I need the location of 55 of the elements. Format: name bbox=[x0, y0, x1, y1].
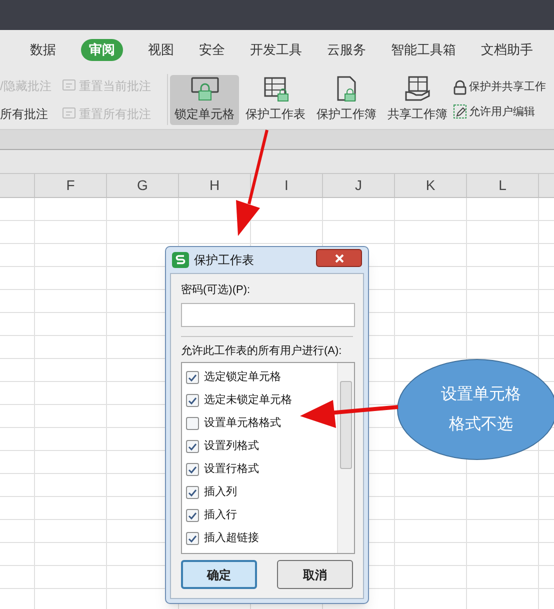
permission-label: 选定锁定单元格 bbox=[204, 370, 281, 386]
ribbon-button[interactable]: 允许用户编辑 bbox=[453, 104, 546, 120]
column-header: I bbox=[284, 176, 288, 195]
column-header: L bbox=[498, 176, 506, 195]
column-header: J bbox=[355, 176, 362, 195]
dialog-title: 保护工作表 bbox=[194, 252, 254, 269]
ribbon-button[interactable]: 共享工作簿 bbox=[383, 74, 452, 124]
comment-reset-icon bbox=[62, 107, 76, 120]
checkbox[interactable] bbox=[186, 440, 199, 453]
dialog-button[interactable]: 确定 bbox=[181, 560, 257, 589]
permission-label: 设置列格式 bbox=[204, 439, 259, 454]
ribbon-button[interactable]: 保护工作簿 bbox=[312, 74, 381, 124]
menu-tab[interactable]: 安全 bbox=[199, 40, 225, 60]
permission-label: 选定未锁定单元格 bbox=[204, 392, 292, 408]
dialog-button[interactable]: 取消 bbox=[277, 560, 353, 589]
column-header: G bbox=[137, 176, 148, 195]
locked-cell-icon bbox=[190, 76, 220, 102]
edit-range-icon bbox=[453, 104, 467, 120]
permission-label: 设置行格式 bbox=[204, 462, 259, 478]
menu-tab[interactable]: 开发工具 bbox=[250, 40, 302, 60]
permission-label: 插入列 bbox=[204, 485, 237, 500]
checkbox[interactable] bbox=[186, 417, 199, 430]
comment-reset-icon bbox=[62, 79, 76, 92]
checkbox[interactable] bbox=[186, 463, 199, 476]
close-button[interactable] bbox=[316, 249, 362, 267]
ribbon-button[interactable]: 保护并共享工作 bbox=[453, 79, 546, 96]
checkbox[interactable] bbox=[186, 371, 199, 384]
app-logo-icon bbox=[172, 252, 189, 268]
callout-text: 格式不选 bbox=[449, 414, 513, 434]
permissions-label: 允许此工作表的所有用户进行(A): bbox=[181, 344, 343, 358]
comment-button[interactable]: 所有批注 bbox=[0, 104, 62, 122]
checkbox[interactable] bbox=[186, 509, 199, 522]
menu-tab[interactable]: 文档助手 bbox=[481, 40, 533, 60]
column-header: H bbox=[209, 176, 220, 195]
column-header: K bbox=[426, 176, 436, 195]
password-field[interactable] bbox=[181, 302, 355, 326]
menu-tab[interactable]: 云服务 bbox=[327, 40, 366, 60]
ribbon-button[interactable]: 保护工作表 bbox=[241, 74, 310, 124]
permission-label: 设置单元格格式 bbox=[204, 416, 281, 432]
menu-tab[interactable]: 视图 bbox=[148, 40, 174, 60]
permission-label: 插入超链接 bbox=[204, 530, 259, 546]
permission-label: 插入行 bbox=[204, 508, 237, 524]
checkbox[interactable] bbox=[186, 532, 199, 545]
column-header: F bbox=[66, 176, 75, 195]
menu-tab[interactable]: 智能工具箱 bbox=[391, 40, 456, 60]
menu-tab[interactable]: 数据 bbox=[30, 40, 56, 60]
password-label: 密码(可选)(P): bbox=[181, 282, 252, 298]
ribbon-button[interactable]: 锁定单元格 bbox=[170, 74, 239, 124]
checkbox[interactable] bbox=[186, 486, 199, 499]
checkbox[interactable] bbox=[186, 394, 199, 407]
close-icon bbox=[334, 254, 344, 262]
shared-document-icon bbox=[402, 76, 432, 102]
scrollbar[interactable] bbox=[337, 363, 354, 553]
lock-icon bbox=[453, 80, 467, 95]
callout-text: 设置单元格 bbox=[441, 384, 521, 404]
